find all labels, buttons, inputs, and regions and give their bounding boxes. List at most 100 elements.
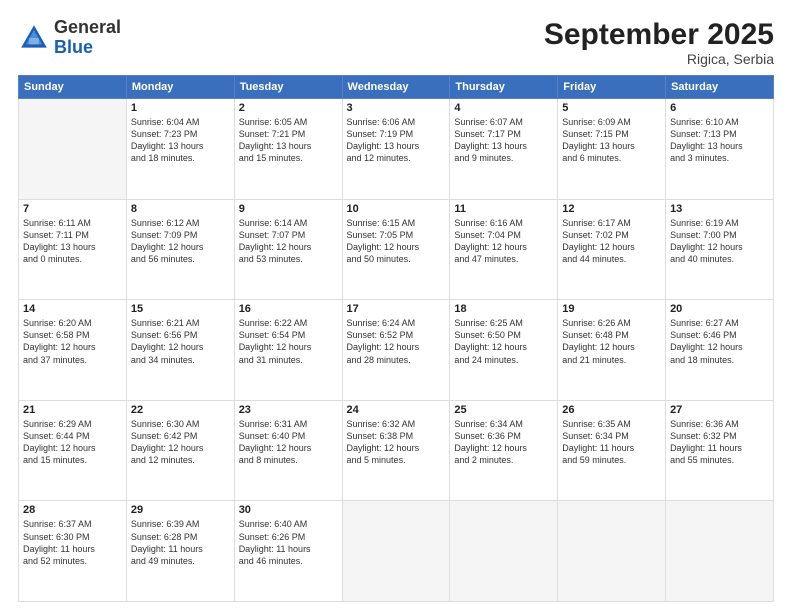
table-row: 14Sunrise: 6:20 AMSunset: 6:58 PMDayligh… <box>19 300 127 401</box>
day-number: 7 <box>23 203 122 215</box>
location-subtitle: Rigica, Serbia <box>544 51 774 67</box>
table-row <box>666 501 774 602</box>
day-number: 5 <box>562 102 661 114</box>
day-info: Sunrise: 6:17 AMSunset: 7:02 PMDaylight:… <box>562 217 661 266</box>
day-info: Sunrise: 6:31 AMSunset: 6:40 PMDaylight:… <box>239 418 338 467</box>
day-number: 10 <box>347 203 446 215</box>
day-info: Sunrise: 6:25 AMSunset: 6:50 PMDaylight:… <box>454 317 553 366</box>
table-row: 4 Sunrise: 6:07 AMSunset: 7:17 PMDaylight… <box>450 99 558 200</box>
day-info: Sunrise: 6:26 AMSunset: 6:48 PMDaylight:… <box>562 317 661 366</box>
table-row: 13Sunrise: 6:19 AMSunset: 7:00 PMDayligh… <box>666 199 774 300</box>
calendar-header-row: Sunday Monday Tuesday Wednesday Thursday… <box>19 76 774 99</box>
table-row: 17 Sunrise: 6:24 AMSunset: 6:52 PMDayligh… <box>342 300 450 401</box>
day-number: 12 <box>562 203 661 215</box>
day-number: 29 <box>131 504 230 516</box>
table-row: 9 Sunrise: 6:14 AMSunset: 7:07 PMDaylight… <box>234 199 342 300</box>
week-row-0: 1 Sunrise: 6:04 AMSunset: 7:23 PMDaylight… <box>19 99 774 200</box>
day-number: 1 <box>131 102 230 114</box>
table-row: 6 Sunrise: 6:10 AMSunset: 7:13 PMDaylight… <box>666 99 774 200</box>
col-sunday: Sunday <box>19 76 127 99</box>
col-wednesday: Wednesday <box>342 76 450 99</box>
logo: General Blue <box>18 18 121 58</box>
header: General Blue September 2025 Rigica, Serb… <box>18 18 774 67</box>
week-row-4: 28 Sunrise: 6:37 AMSunset: 6:30 PMDayligh… <box>19 501 774 602</box>
day-info: Sunrise: 6:36 AMSunset: 6:32 PMDaylight:… <box>670 418 769 467</box>
week-row-3: 21 Sunrise: 6:29 AMSunset: 6:44 PMDayligh… <box>19 400 774 501</box>
table-row <box>19 99 127 200</box>
day-number: 9 <box>239 203 338 215</box>
day-number: 19 <box>562 303 661 315</box>
table-row: 7 Sunrise: 6:11 AMSunset: 7:11 PMDaylight… <box>19 199 127 300</box>
day-info: Sunrise: 6:40 AMSunset: 6:26 PMDaylight:… <box>239 518 338 567</box>
table-row: 30 Sunrise: 6:40 AMSunset: 6:26 PMDayligh… <box>234 501 342 602</box>
page: General Blue September 2025 Rigica, Serb… <box>0 0 792 612</box>
table-row: 11 Sunrise: 6:16 AMSunset: 7:04 PMDayligh… <box>450 199 558 300</box>
day-number: 18 <box>454 303 553 315</box>
table-row: 28 Sunrise: 6:37 AMSunset: 6:30 PMDayligh… <box>19 501 127 602</box>
day-info: Sunrise: 6:30 AMSunset: 6:42 PMDaylight:… <box>131 418 230 467</box>
day-info: Sunrise: 6:29 AMSunset: 6:44 PMDaylight:… <box>23 418 122 467</box>
table-row: 26 Sunrise: 6:35 AMSunset: 6:34 PMDayligh… <box>558 400 666 501</box>
day-info: Sunrise: 6:22 AMSunset: 6:54 PMDaylight:… <box>239 317 338 366</box>
table-row: 22 Sunrise: 6:30 AMSunset: 6:42 PMDayligh… <box>126 400 234 501</box>
table-row: 16 Sunrise: 6:22 AMSunset: 6:54 PMDayligh… <box>234 300 342 401</box>
day-number: 26 <box>562 404 661 416</box>
day-number: 17 <box>347 303 446 315</box>
table-row: 24 Sunrise: 6:32 AMSunset: 6:38 PMDayligh… <box>342 400 450 501</box>
table-row: 3Sunrise: 6:06 AMSunset: 7:19 PMDaylight… <box>342 99 450 200</box>
day-number: 2 <box>239 102 338 114</box>
day-number: 21 <box>23 404 122 416</box>
month-title: September 2025 <box>544 18 774 51</box>
day-number: 27 <box>670 404 769 416</box>
table-row: 5 Sunrise: 6:09 AMSunset: 7:15 PMDaylight… <box>558 99 666 200</box>
day-info: Sunrise: 6:14 AMSunset: 7:07 PMDaylight:… <box>239 217 338 266</box>
day-info: Sunrise: 6:35 AMSunset: 6:34 PMDaylight:… <box>562 418 661 467</box>
table-row: 18 Sunrise: 6:25 AMSunset: 6:50 PMDayligh… <box>450 300 558 401</box>
table-row <box>342 501 450 602</box>
day-info: Sunrise: 6:15 AMSunset: 7:05 PMDaylight:… <box>347 217 446 266</box>
table-row: 19 Sunrise: 6:26 AMSunset: 6:48 PMDayligh… <box>558 300 666 401</box>
day-number: 30 <box>239 504 338 516</box>
table-row: 2 Sunrise: 6:05 AMSunset: 7:21 PMDaylight… <box>234 99 342 200</box>
day-number: 20 <box>670 303 769 315</box>
day-number: 22 <box>131 404 230 416</box>
col-saturday: Saturday <box>666 76 774 99</box>
week-row-1: 7 Sunrise: 6:11 AMSunset: 7:11 PMDaylight… <box>19 199 774 300</box>
day-info: Sunrise: 6:24 AMSunset: 6:52 PMDaylight:… <box>347 317 446 366</box>
day-info: Sunrise: 6:32 AMSunset: 6:38 PMDaylight:… <box>347 418 446 467</box>
day-info: Sunrise: 6:11 AMSunset: 7:11 PMDaylight:… <box>23 217 122 266</box>
table-row: 27 Sunrise: 6:36 AMSunset: 6:32 PMDayligh… <box>666 400 774 501</box>
day-number: 28 <box>23 504 122 516</box>
day-info: Sunrise: 6:04 AMSunset: 7:23 PMDaylight:… <box>131 116 230 165</box>
day-number: 25 <box>454 404 553 416</box>
day-number: 11 <box>454 203 553 215</box>
day-number: 15 <box>131 303 230 315</box>
day-number: 24 <box>347 404 446 416</box>
calendar-table: Sunday Monday Tuesday Wednesday Thursday… <box>18 75 774 602</box>
week-row-2: 14Sunrise: 6:20 AMSunset: 6:58 PMDayligh… <box>19 300 774 401</box>
table-row: 25Sunrise: 6:34 AMSunset: 6:36 PMDayligh… <box>450 400 558 501</box>
day-info: Sunrise: 6:16 AMSunset: 7:04 PMDaylight:… <box>454 217 553 266</box>
day-info: Sunrise: 6:09 AMSunset: 7:15 PMDaylight:… <box>562 116 661 165</box>
col-thursday: Thursday <box>450 76 558 99</box>
table-row: 1 Sunrise: 6:04 AMSunset: 7:23 PMDaylight… <box>126 99 234 200</box>
col-tuesday: Tuesday <box>234 76 342 99</box>
day-number: 6 <box>670 102 769 114</box>
table-row: 8Sunrise: 6:12 AMSunset: 7:09 PMDaylight… <box>126 199 234 300</box>
table-row: 29Sunrise: 6:39 AMSunset: 6:28 PMDayligh… <box>126 501 234 602</box>
table-row: 20Sunrise: 6:27 AMSunset: 6:46 PMDayligh… <box>666 300 774 401</box>
table-row <box>450 501 558 602</box>
col-friday: Friday <box>558 76 666 99</box>
day-info: Sunrise: 6:07 AMSunset: 7:17 PMDaylight:… <box>454 116 553 165</box>
day-number: 16 <box>239 303 338 315</box>
day-number: 8 <box>131 203 230 215</box>
day-info: Sunrise: 6:37 AMSunset: 6:30 PMDaylight:… <box>23 518 122 567</box>
day-info: Sunrise: 6:06 AMSunset: 7:19 PMDaylight:… <box>347 116 446 165</box>
table-row <box>558 501 666 602</box>
day-info: Sunrise: 6:10 AMSunset: 7:13 PMDaylight:… <box>670 116 769 165</box>
day-number: 4 <box>454 102 553 114</box>
table-row: 15Sunrise: 6:21 AMSunset: 6:56 PMDayligh… <box>126 300 234 401</box>
day-number: 13 <box>670 203 769 215</box>
col-monday: Monday <box>126 76 234 99</box>
day-info: Sunrise: 6:05 AMSunset: 7:21 PMDaylight:… <box>239 116 338 165</box>
